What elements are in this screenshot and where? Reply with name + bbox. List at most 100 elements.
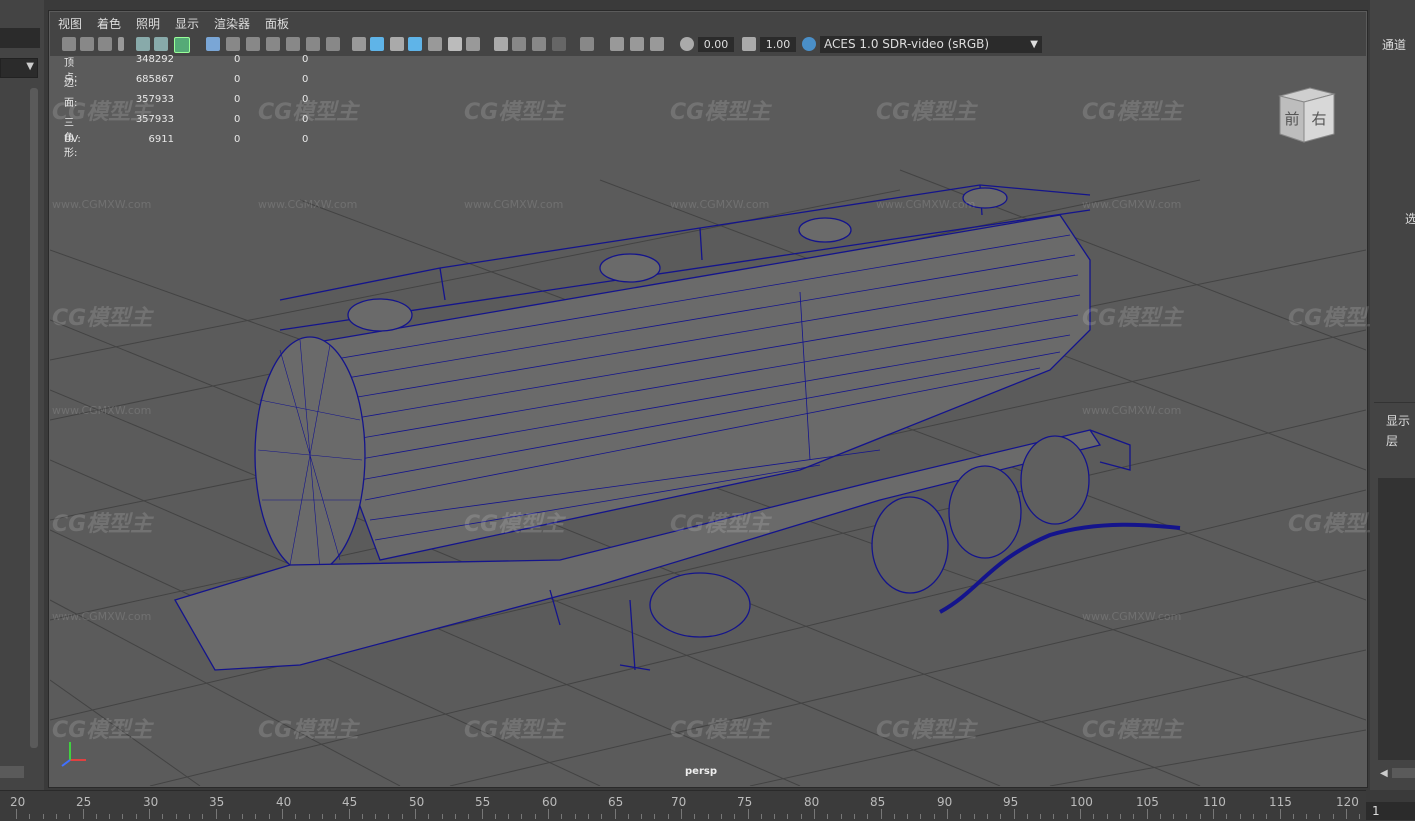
tick-label: 40: [276, 795, 292, 809]
grease-pencil-icon[interactable]: [154, 37, 168, 51]
timeline-tick: [587, 814, 589, 819]
select-camera-icon[interactable]: [62, 37, 76, 51]
channel-box-tab[interactable]: 通道: [1382, 36, 1406, 53]
resolution-gate-icon[interactable]: [246, 37, 260, 51]
chevron-left-icon[interactable]: ◀: [1380, 768, 1388, 779]
textured-icon[interactable]: [428, 37, 442, 51]
timeline-tick: [295, 814, 297, 819]
timeline-tick: [1213, 809, 1214, 819]
timeline-tick: [454, 814, 456, 819]
depth-of-field-icon[interactable]: [552, 37, 566, 51]
wireframe-icon[interactable]: [352, 37, 366, 51]
screen-space-ao-icon[interactable]: [494, 37, 508, 51]
isolate-select-icon[interactable]: [580, 37, 594, 51]
viewport-3d[interactable]: [50, 56, 1366, 786]
left-panel-hscrollbar[interactable]: [0, 766, 24, 778]
left-panel-dropdown[interactable]: ▼: [0, 58, 38, 78]
time-slider[interactable]: 20 25 30 35 40 45 50 55 60 65 70 75 80 8…: [0, 790, 1401, 821]
watermark-logo: CG模型主: [464, 512, 565, 537]
camera-attributes-icon[interactable]: [80, 37, 94, 51]
timeline-tick: [1332, 814, 1334, 819]
motion-blur-icon[interactable]: [512, 37, 526, 51]
current-frame-field[interactable]: 1: [1366, 802, 1415, 820]
menu-show[interactable]: 显示: [175, 15, 199, 32]
axis-gizmo: [61, 742, 86, 767]
menu-lighting[interactable]: 照明: [136, 15, 160, 32]
timeline-tick: [1053, 814, 1055, 819]
tick-label: 50: [409, 795, 425, 809]
color-space-dropdown[interactable]: ACES 1.0 SDR-video (sRGB) ▼: [820, 36, 1042, 53]
tick-label: 95: [1003, 795, 1019, 809]
safe-title-icon[interactable]: [326, 37, 340, 51]
menu-panels[interactable]: 面板: [265, 15, 289, 32]
xray-joints-icon[interactable]: [630, 37, 644, 51]
timeline-tick: [255, 814, 257, 819]
hud-label: 边:: [64, 78, 78, 89]
watermark-url: www.CGMXW.com: [52, 198, 152, 211]
timeline-tick: [415, 809, 416, 819]
timeline-tick: [109, 814, 111, 819]
watermark-logo: CG模型主: [670, 100, 771, 125]
gate-mask-icon[interactable]: [266, 37, 280, 51]
timeline-tick: [1159, 814, 1161, 819]
tick-label: 120: [1336, 795, 1359, 809]
timeline-tick: [1319, 814, 1321, 819]
watermark-url: www.CGMXW.com: [1082, 198, 1182, 211]
timeline-tick: [508, 814, 510, 819]
timeline-tick: [760, 814, 762, 819]
timeline-tick: [853, 814, 855, 819]
menu-renderer[interactable]: 渲染器: [214, 15, 250, 32]
safe-action-icon[interactable]: [306, 37, 320, 51]
timeline-tick: [1106, 814, 1108, 819]
lights-icon[interactable]: [448, 37, 462, 51]
menu-view[interactable]: 视图: [58, 15, 82, 32]
exposure-icon[interactable]: [680, 37, 694, 51]
layer-editor-display-tab[interactable]: 显示: [1386, 412, 1410, 429]
default-material-icon[interactable]: [390, 37, 404, 51]
grid-icon[interactable]: [206, 37, 220, 51]
draw-icon[interactable]: [174, 37, 190, 53]
timeline-tick: [1093, 814, 1095, 819]
menu-shading[interactable]: 着色: [97, 15, 121, 32]
shadows-icon[interactable]: [466, 37, 480, 51]
watermark-logo: CG模型主: [464, 100, 565, 125]
hud-value: 0: [234, 94, 241, 105]
field-chart-icon[interactable]: [286, 37, 300, 51]
film-gate-icon[interactable]: [226, 37, 240, 51]
watermark-url: www.CGMXW.com: [876, 198, 976, 211]
timeline-tick: [1080, 809, 1081, 819]
timeline-tick: [960, 814, 962, 819]
exposure-field[interactable]: 0.00: [698, 37, 734, 52]
hud-value: 0: [302, 54, 309, 65]
anti-aliasing-icon[interactable]: [532, 37, 546, 51]
timeline-tick: [401, 814, 403, 819]
timeline-tick: [1279, 809, 1281, 819]
hud-value: 0: [234, 114, 241, 125]
gamma-icon[interactable]: [742, 37, 756, 51]
xray-components-icon[interactable]: [650, 37, 664, 51]
timeline-tick: [627, 814, 629, 819]
wireframe-on-shaded-icon[interactable]: [408, 37, 422, 51]
layer-editor-layers-menu[interactable]: 层: [1386, 432, 1398, 449]
xray-icon[interactable]: [610, 37, 624, 51]
smooth-shade-icon[interactable]: [370, 37, 384, 51]
left-panel-scrollbar[interactable]: [30, 88, 38, 748]
hud-value: 0: [302, 94, 309, 105]
watermark-url: www.CGMXW.com: [1082, 610, 1182, 623]
color-management-icon[interactable]: [802, 37, 816, 51]
watermark-url: www.CGMXW.com: [52, 404, 152, 417]
viewcube[interactable]: 前 右: [1276, 84, 1338, 146]
hud-value: 0: [234, 54, 241, 65]
image-plane-icon[interactable]: [118, 37, 124, 51]
layer-list: [1378, 478, 1415, 760]
timeline-tick: [468, 814, 470, 819]
timeline-tick: [82, 809, 84, 819]
hud-label: 面:: [64, 98, 78, 109]
bookmark-icon[interactable]: [98, 37, 112, 51]
timeline-tick: [734, 814, 736, 819]
two-d-pan-zoom-icon[interactable]: [136, 37, 150, 51]
timeline-tick: [29, 814, 31, 819]
gamma-field[interactable]: 1.00: [760, 37, 796, 52]
chevron-down-icon: ▼: [1030, 39, 1038, 50]
right-panel-hscrollbar[interactable]: [1392, 768, 1415, 778]
